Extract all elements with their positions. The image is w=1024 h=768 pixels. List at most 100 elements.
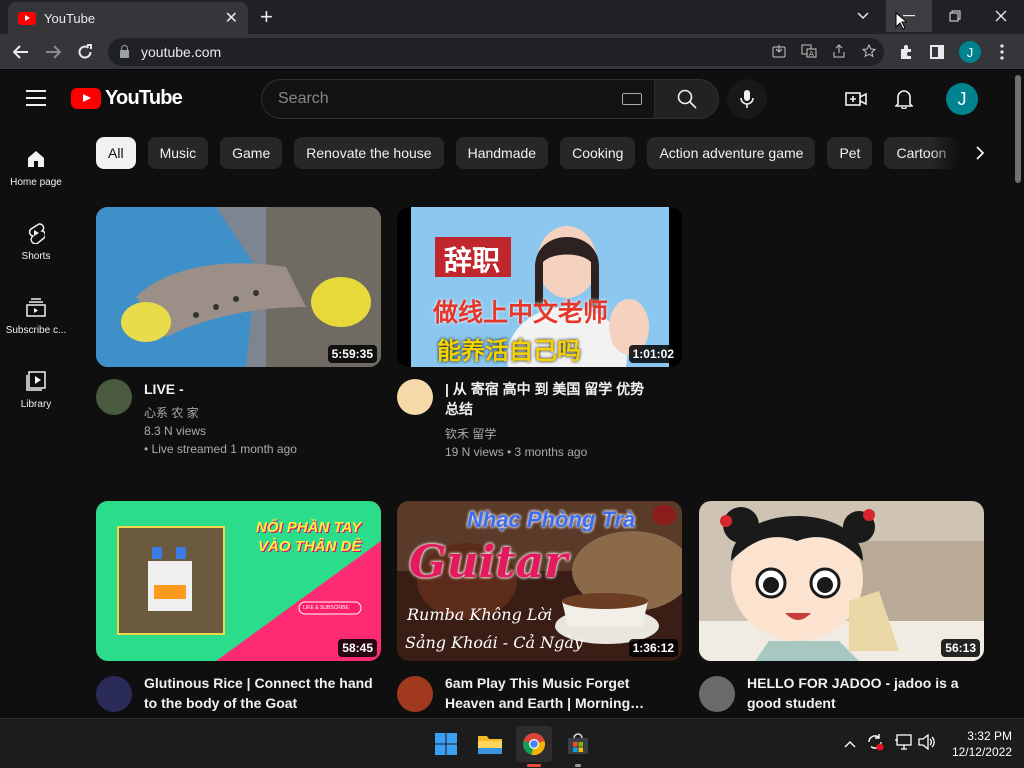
video-title[interactable]: | 从 寄宿 高中 到 美国 留学 优势 总结 xyxy=(445,379,650,419)
thumbnail-text: Guitar xyxy=(409,537,568,588)
tab-close-icon[interactable]: ✕ xyxy=(225,8,238,28)
url-text[interactable]: youtube.com xyxy=(141,44,764,60)
sidebar-item-label: Subscribe c... xyxy=(5,325,67,336)
microsoft-store-button[interactable] xyxy=(560,726,596,767)
youtube-play-icon xyxy=(71,88,101,109)
search-input[interactable]: Search xyxy=(261,79,655,119)
lock-icon[interactable] xyxy=(120,44,129,58)
chip-renovate-the-house[interactable]: Renovate the house xyxy=(294,137,444,169)
sidebar-item-subscriptions[interactable]: Subscribe c... xyxy=(0,275,72,349)
video-card[interactable]: 5:59:35 LIVE - 心系 农 家 8.3 N views • Live… xyxy=(96,207,381,456)
chip-music[interactable]: Music xyxy=(147,137,209,169)
windows-taskbar: 3:32 PM 12/12/2022 xyxy=(0,718,1024,768)
video-card[interactable]: 辞职 做线上中文老师 能养活自己吗 1:01:02 | 从 寄宿 高中 到 美国… xyxy=(397,207,682,459)
video-thumbnail[interactable]: 56:13 xyxy=(699,501,984,661)
share-icon[interactable] xyxy=(824,43,854,61)
forward-button[interactable] xyxy=(38,34,68,70)
side-panel-icon[interactable] xyxy=(922,34,952,70)
video-title[interactable]: 6am Play This Music Forget Heaven and Ea… xyxy=(445,673,675,713)
menu-hamburger-icon[interactable] xyxy=(26,90,46,106)
chip-cooking[interactable]: Cooking xyxy=(560,137,636,169)
subscriptions-icon xyxy=(24,295,48,319)
thumbnail-image xyxy=(96,207,381,367)
back-button[interactable] xyxy=(6,34,36,70)
video-card[interactable]: NỐI PHẦN TAY VÀO THÂN DÊ LIKE & SUBSCRIB… xyxy=(96,501,381,712)
system-clock[interactable]: 3:32 PM 12/12/2022 xyxy=(946,728,1012,760)
tab-title: YouTube xyxy=(44,10,96,26)
chip-next-chevron-icon[interactable] xyxy=(968,143,992,167)
bookmark-star-icon[interactable] xyxy=(854,43,884,61)
sidebar-item-label: Home page xyxy=(10,177,62,188)
new-tab-button[interactable]: + xyxy=(260,4,273,30)
chip-game[interactable]: Game xyxy=(220,137,283,169)
filter-chip-bar: All Music Game Renovate the house Handmade Co… xyxy=(96,137,996,171)
restore-button[interactable] xyxy=(932,0,978,32)
thumbnail-text: 做线上中文老师 xyxy=(433,299,609,327)
chip-action-adventure-game[interactable]: Action adventure game xyxy=(647,137,816,169)
video-views: 19 N views • 3 months ago xyxy=(445,445,588,459)
sidebar-item-label: Library xyxy=(20,399,52,410)
tab-search-chevron-icon[interactable] xyxy=(840,0,886,32)
video-thumbnail[interactable]: 辞职 做线上中文老师 能养活自己吗 1:01:02 xyxy=(397,207,682,367)
file-explorer-button[interactable] xyxy=(472,726,508,762)
video-duration: 5:59:35 xyxy=(327,345,377,363)
sync-icon[interactable] xyxy=(866,733,884,754)
video-duration: 1:01:02 xyxy=(628,345,678,363)
scrollbar-thumb[interactable] xyxy=(1015,75,1021,183)
video-thumbnail[interactable]: NỐI PHẦN TAY VÀO THÂN DÊ LIKE & SUBSCRIB… xyxy=(96,501,381,661)
create-video-icon xyxy=(845,92,867,106)
channel-avatar[interactable] xyxy=(397,676,433,712)
channel-name[interactable]: 钦禾 留学 xyxy=(445,425,496,443)
channel-avatar[interactable] xyxy=(96,379,132,415)
channel-avatar[interactable] xyxy=(96,676,132,712)
install-app-icon[interactable] xyxy=(764,44,794,61)
video-title[interactable]: HELLO FOR JADOO - jadoo is a good studen… xyxy=(747,673,977,713)
search-button[interactable] xyxy=(655,79,719,119)
youtube-favicon-icon xyxy=(18,11,36,25)
thumbnail-image xyxy=(699,501,984,661)
profile-avatar[interactable]: J xyxy=(955,34,985,70)
video-card[interactable]: 56:13 HELLO FOR JADOO - jadoo is a good … xyxy=(699,501,984,712)
channel-avatar[interactable] xyxy=(397,379,433,415)
home-icon xyxy=(24,147,48,171)
extensions-icon[interactable] xyxy=(891,34,921,70)
voice-search-button[interactable] xyxy=(727,79,767,119)
notifications-button[interactable] xyxy=(892,87,916,111)
sidebar-item-home[interactable]: Home page xyxy=(0,127,72,201)
bell-icon xyxy=(895,90,913,109)
network-icon[interactable] xyxy=(894,734,912,753)
volume-icon[interactable] xyxy=(918,733,936,753)
video-thumbnail[interactable]: Nhạc Phòng Trà Guitar Rumba Không Lời Sả… xyxy=(397,501,682,661)
keyboard-icon[interactable] xyxy=(622,93,642,105)
video-thumbnail[interactable]: 5:59:35 xyxy=(96,207,381,367)
account-avatar[interactable]: J xyxy=(946,83,978,115)
active-indicator xyxy=(527,764,541,767)
address-bar[interactable]: youtube.com A xyxy=(108,38,884,66)
tray-overflow-chevron-icon[interactable] xyxy=(844,735,856,751)
video-card[interactable]: Nhạc Phòng Trà Guitar Rumba Không Lời Sả… xyxy=(397,501,682,712)
close-window-button[interactable] xyxy=(978,0,1024,32)
youtube-logo-text: YouTube xyxy=(105,87,183,109)
chip-handmade[interactable]: Handmade xyxy=(455,137,549,169)
video-age: • Live streamed 1 month ago xyxy=(144,442,297,456)
channel-avatar[interactable] xyxy=(699,676,735,712)
chrome-menu-icon[interactable] xyxy=(987,34,1017,70)
video-title[interactable]: LIVE - xyxy=(144,379,374,399)
thumbnail-text: VÀO THÂN DÊ xyxy=(258,538,362,555)
page-scrollbar[interactable] xyxy=(1012,71,1024,718)
chip-pet[interactable]: Pet xyxy=(827,137,873,169)
start-button[interactable] xyxy=(428,726,464,762)
browser-tab-youtube[interactable]: YouTube ✕ xyxy=(8,2,248,34)
sidebar-item-shorts[interactable]: Shorts xyxy=(0,201,72,275)
sidebar-item-library[interactable]: Library xyxy=(0,349,72,423)
clock-time: 3:32 PM xyxy=(967,729,1012,743)
translate-icon[interactable]: A xyxy=(794,44,824,61)
video-title[interactable]: Glutinous Rice | Connect the hand to the… xyxy=(144,673,374,713)
youtube-logo[interactable]: YouTube xyxy=(71,87,183,110)
minimize-button[interactable] xyxy=(886,0,932,32)
create-video-button[interactable] xyxy=(844,87,868,111)
chrome-taskbar-button[interactable] xyxy=(516,726,552,767)
reload-button[interactable] xyxy=(70,34,100,70)
channel-name[interactable]: 心系 农 家 xyxy=(144,404,199,422)
chip-all[interactable]: All xyxy=(96,137,136,169)
